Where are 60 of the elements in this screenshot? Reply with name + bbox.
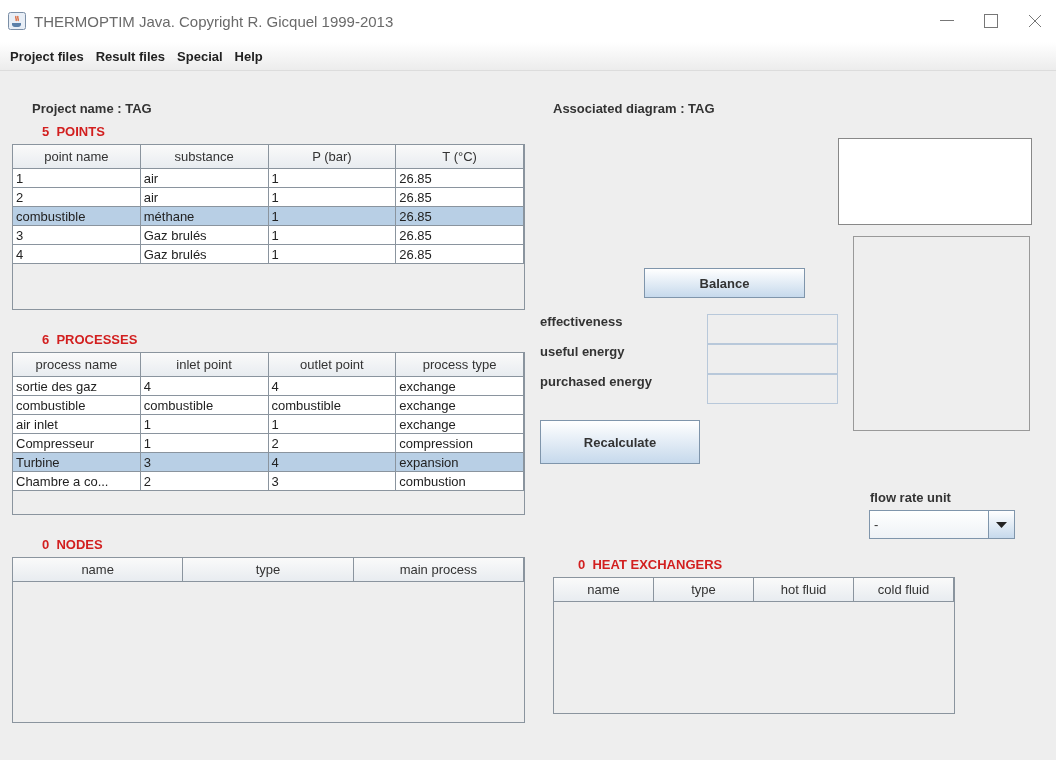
associated-diagram: Associated diagram : TAG [553,101,715,116]
table-row[interactable]: Chambre a co... 2 3 combustion [13,472,524,491]
result-field[interactable] [707,374,838,404]
column-header[interactable]: name [13,558,184,582]
column-header[interactable]: P (bar) [268,145,397,169]
window-title: THERMOPTIM Java. Copyright R. Gicquel 1999-2013 [34,12,395,30]
column-header[interactable]: process name [13,353,141,377]
table-cell: 4 [13,245,141,264]
column-header[interactable]: process type [396,353,524,377]
column-header[interactable]: type [654,578,754,602]
menu-item[interactable]: Help [234,48,263,64]
balance-button[interactable]: Balance [644,268,805,298]
result-field[interactable] [707,344,838,374]
table-cell: 3 [268,472,397,491]
table-cell: Chambre a co... [13,472,141,491]
column-header[interactable]: name [554,578,654,602]
close-icon[interactable] [1028,14,1042,28]
table-row[interactable]: air inlet 1 1 exchange [13,415,524,434]
menu-item[interactable]: Result files [95,48,166,64]
table-row[interactable]: 1 air 1 26.85 [13,169,524,188]
table-row[interactable]: 4 Gaz brulés 1 26.85 [13,245,524,264]
column-header[interactable]: point name [13,145,141,169]
table-cell: 2 [140,472,269,491]
result-label: useful energy [540,344,625,359]
section-heading: 0 NODES [42,537,103,552]
section-heading: 0 HEAT EXCHANGERS [578,557,723,572]
result-field[interactable] [707,314,838,344]
table-row[interactable]: 2 air 1 26.85 [13,188,524,207]
result-label: effectiveness [540,314,623,329]
table-cell: 1 [268,245,397,264]
recalculate-button[interactable]: Recalculate [540,420,700,464]
column-header[interactable]: outlet point [268,353,397,377]
column-header[interactable]: inlet point [140,353,269,377]
table-cell: 26.85 [396,245,524,264]
column-header[interactable]: hot fluid [754,578,854,602]
column-header[interactable]: substance [140,145,269,169]
table-row[interactable]: Compresseur 1 2 compression [13,434,524,453]
minimize-icon[interactable] [940,20,954,22]
table-row[interactable]: 3 Gaz brulés 1 26.85 [13,226,524,245]
result-label: purchased energy [540,374,652,389]
table-cell: combustion [396,472,524,491]
column-header[interactable]: type [183,558,354,582]
section-heading: 5 POINTS [42,124,105,139]
flow-rate-label: flow rate unit [870,490,951,505]
caret-icon [996,521,1007,528]
maximize-icon[interactable] [984,14,998,28]
table-row[interactable]: sortie des gaz 4 4 exchange [13,377,524,396]
section-heading: 6 PROCESSES [42,332,138,347]
project-name: Project name : TAG [32,101,152,116]
flow-rate-dropdown[interactable]: - [869,510,1015,539]
column-header[interactable]: T (°C) [396,145,524,169]
menu-item[interactable]: Project files [10,48,84,64]
column-header[interactable]: main process [353,558,524,582]
table-row[interactable]: combustible combustible combustible exchange [13,396,524,415]
table-row[interactable]: combustible méthane 1 26.85 [13,207,524,226]
table-row[interactable]: Turbine 3 4 expansion [13,453,524,472]
column-header[interactable]: cold fluid [854,578,954,602]
java-cup-icon [8,12,26,30]
table-cell: Gaz brulés [140,245,269,264]
menu-item[interactable]: Special [177,48,223,64]
